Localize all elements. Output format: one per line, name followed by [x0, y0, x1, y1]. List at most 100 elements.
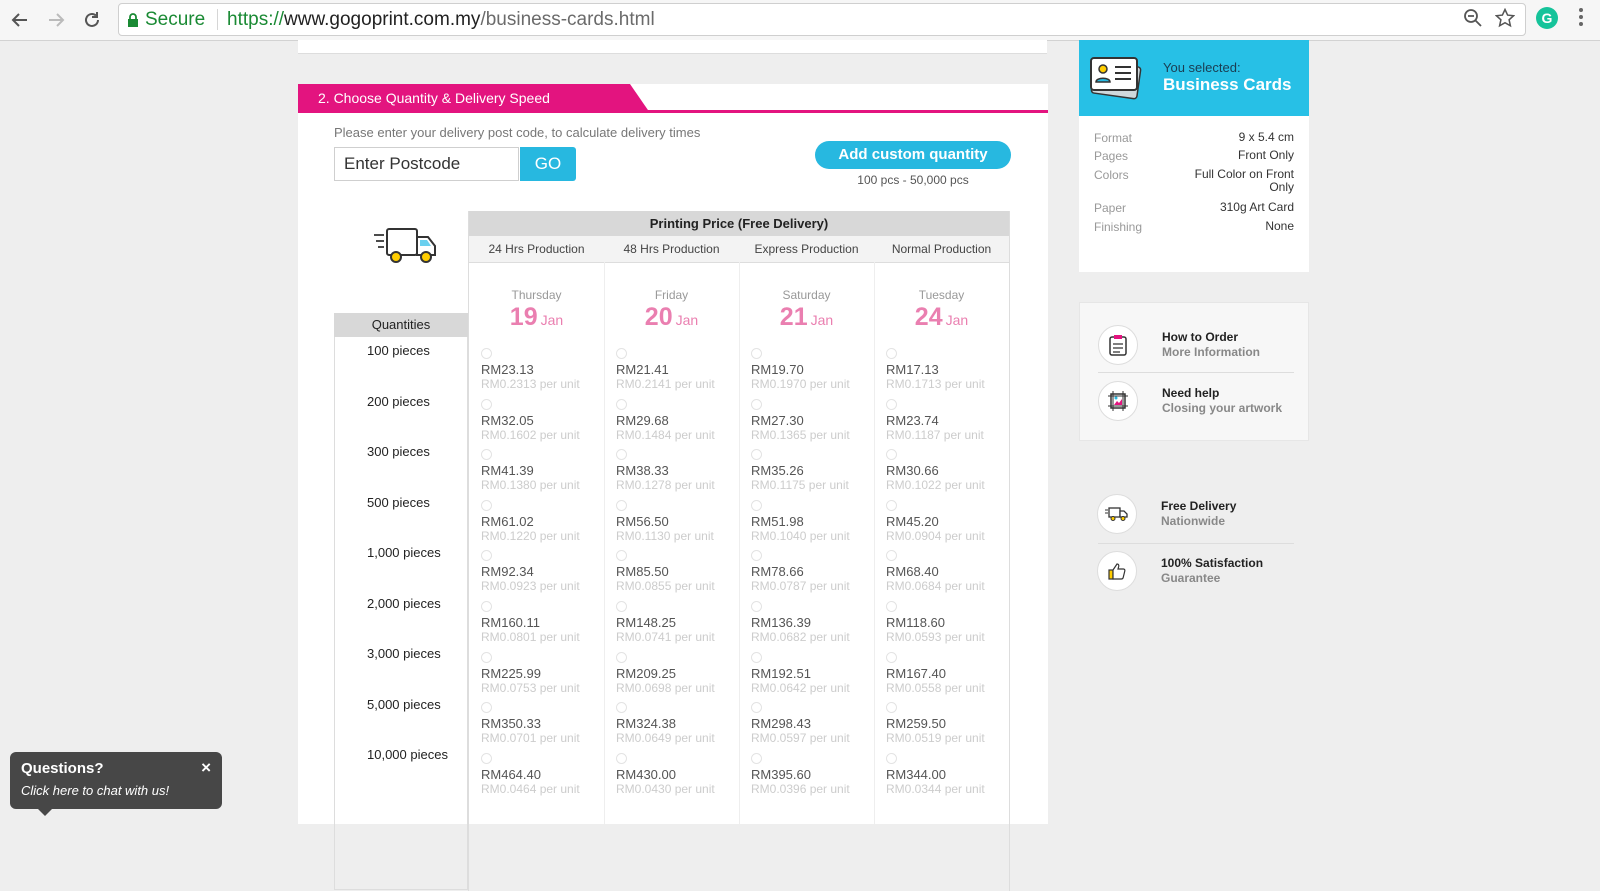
price-radio[interactable]	[751, 399, 762, 410]
reload-button[interactable]	[78, 6, 106, 34]
price-radio[interactable]	[616, 550, 627, 561]
price-per-unit: RM0.0642 per unit	[751, 681, 850, 695]
price-radio[interactable]	[616, 652, 627, 663]
url-text[interactable]: https://www.gogoprint.com.my/business-ca…	[227, 9, 655, 31]
price-radio[interactable]	[751, 550, 762, 561]
price-radio[interactable]	[751, 753, 762, 764]
price-radio[interactable]	[886, 652, 897, 663]
price-radio[interactable]	[481, 348, 492, 359]
url-path: /business-cards.html	[480, 9, 655, 30]
go-button[interactable]: GO	[520, 147, 576, 181]
quantities-header: Quantities	[334, 313, 468, 337]
price-radio[interactable]	[886, 348, 897, 359]
delivery-day: Friday	[654, 288, 689, 302]
price-radio[interactable]	[751, 348, 762, 359]
price-per-unit: RM0.1022 per unit	[886, 478, 985, 492]
reload-icon	[85, 12, 99, 27]
perk-subtitle: Guarantee	[1161, 571, 1221, 585]
price-radio[interactable]	[616, 399, 627, 410]
price-radio[interactable]	[886, 500, 897, 511]
price-radio[interactable]	[616, 348, 627, 359]
price-total: RM23.74	[886, 413, 939, 428]
price-per-unit: RM0.0464 per unit	[481, 782, 580, 796]
grammarly-extension-icon[interactable]: G	[1536, 7, 1558, 29]
price-radio[interactable]	[886, 601, 897, 612]
price-radio[interactable]	[616, 601, 627, 612]
chat-subtitle: Click here to chat with us!	[21, 783, 170, 798]
how-to-order-link[interactable]: How to Order More Information	[1098, 321, 1294, 369]
price-per-unit: RM0.0698 per unit	[616, 681, 715, 695]
spec-key: Format	[1094, 131, 1133, 145]
price-per-unit: RM0.2141 per unit	[616, 377, 715, 391]
selected-label: You selected:	[1163, 60, 1241, 75]
browser-menu-icon[interactable]	[1578, 8, 1584, 26]
back-button[interactable]	[6, 6, 34, 34]
price-radio[interactable]	[886, 399, 897, 410]
price-radio[interactable]	[886, 702, 897, 713]
address-bar[interactable]: Secure https://www.gogoprint.com.my/busi…	[118, 3, 1526, 36]
price-radio[interactable]	[751, 500, 762, 511]
price-radio[interactable]	[886, 550, 897, 561]
perk-satisfaction: 100% Satisfaction Guarantee	[1097, 547, 1293, 595]
quantity-item: 500 pieces	[367, 495, 430, 510]
info-divider	[1098, 372, 1294, 373]
price-per-unit: RM0.0741 per unit	[616, 630, 715, 644]
price-radio[interactable]	[751, 449, 762, 460]
price-total: RM92.34	[481, 564, 534, 579]
column-divider	[739, 262, 740, 891]
price-total: RM350.33	[481, 716, 541, 731]
price-total: RM30.66	[886, 463, 939, 478]
bookmark-star-icon[interactable]	[1495, 8, 1515, 28]
price-radio[interactable]	[481, 652, 492, 663]
price-radio[interactable]	[481, 399, 492, 410]
chat-tail	[38, 809, 52, 816]
price-per-unit: RM0.0855 per unit	[616, 579, 715, 593]
price-radio[interactable]	[616, 753, 627, 764]
price-radio[interactable]	[886, 449, 897, 460]
address-separator	[217, 9, 218, 30]
postcode-label: Please enter your delivery post code, to…	[334, 125, 701, 140]
price-total: RM78.66	[751, 564, 804, 579]
price-radio[interactable]	[616, 702, 627, 713]
price-radio[interactable]	[481, 601, 492, 612]
quantity-delivery-section: 2. Choose Quantity & Delivery Speed Plea…	[298, 84, 1048, 891]
price-total: RM192.51	[751, 666, 811, 681]
price-per-unit: RM0.1130 per unit	[616, 529, 714, 543]
price-radio[interactable]	[751, 702, 762, 713]
price-total: RM225.99	[481, 666, 541, 681]
price-radio[interactable]	[751, 652, 762, 663]
zoom-icon[interactable]	[1463, 8, 1483, 28]
price-total: RM19.70	[751, 362, 804, 377]
add-custom-quantity-button[interactable]: Add custom quantity	[815, 141, 1011, 169]
forward-button[interactable]	[42, 6, 70, 34]
quantity-item: 1,000 pieces	[367, 545, 441, 560]
price-total: RM136.39	[751, 615, 811, 630]
price-radio[interactable]	[481, 550, 492, 561]
price-total: RM21.41	[616, 362, 669, 377]
need-help-link[interactable]: Need help Closing your artwork	[1098, 377, 1294, 425]
delivery-date: 20 Jan	[604, 303, 739, 332]
price-per-unit: RM0.1602 per unit	[481, 428, 580, 442]
chat-widget[interactable]: Questions? Click here to chat with us! ×	[10, 752, 222, 816]
price-radio[interactable]	[481, 702, 492, 713]
price-radio[interactable]	[481, 753, 492, 764]
quantity-item: 10,000 pieces	[367, 747, 448, 762]
postcode-input[interactable]: Enter Postcode	[334, 147, 519, 181]
price-radio[interactable]	[616, 449, 627, 460]
price-radio[interactable]	[886, 753, 897, 764]
quantity-item: 3,000 pieces	[367, 646, 441, 661]
price-total: RM160.11	[481, 615, 541, 630]
business-card-icon	[1089, 54, 1145, 107]
price-total: RM167.40	[886, 666, 946, 681]
price-radio[interactable]	[616, 500, 627, 511]
price-radio[interactable]	[751, 601, 762, 612]
price-radio[interactable]	[481, 449, 492, 460]
column-divider	[874, 262, 875, 891]
price-per-unit: RM0.0801 per unit	[481, 630, 580, 644]
price-table-title: Printing Price (Free Delivery)	[469, 211, 1009, 236]
secure-indicator[interactable]: Secure	[127, 9, 205, 30]
price-radio[interactable]	[481, 500, 492, 511]
chat-close-icon[interactable]: ×	[201, 758, 211, 778]
info-title: Need help	[1162, 386, 1220, 400]
price-total: RM35.26	[751, 463, 804, 478]
